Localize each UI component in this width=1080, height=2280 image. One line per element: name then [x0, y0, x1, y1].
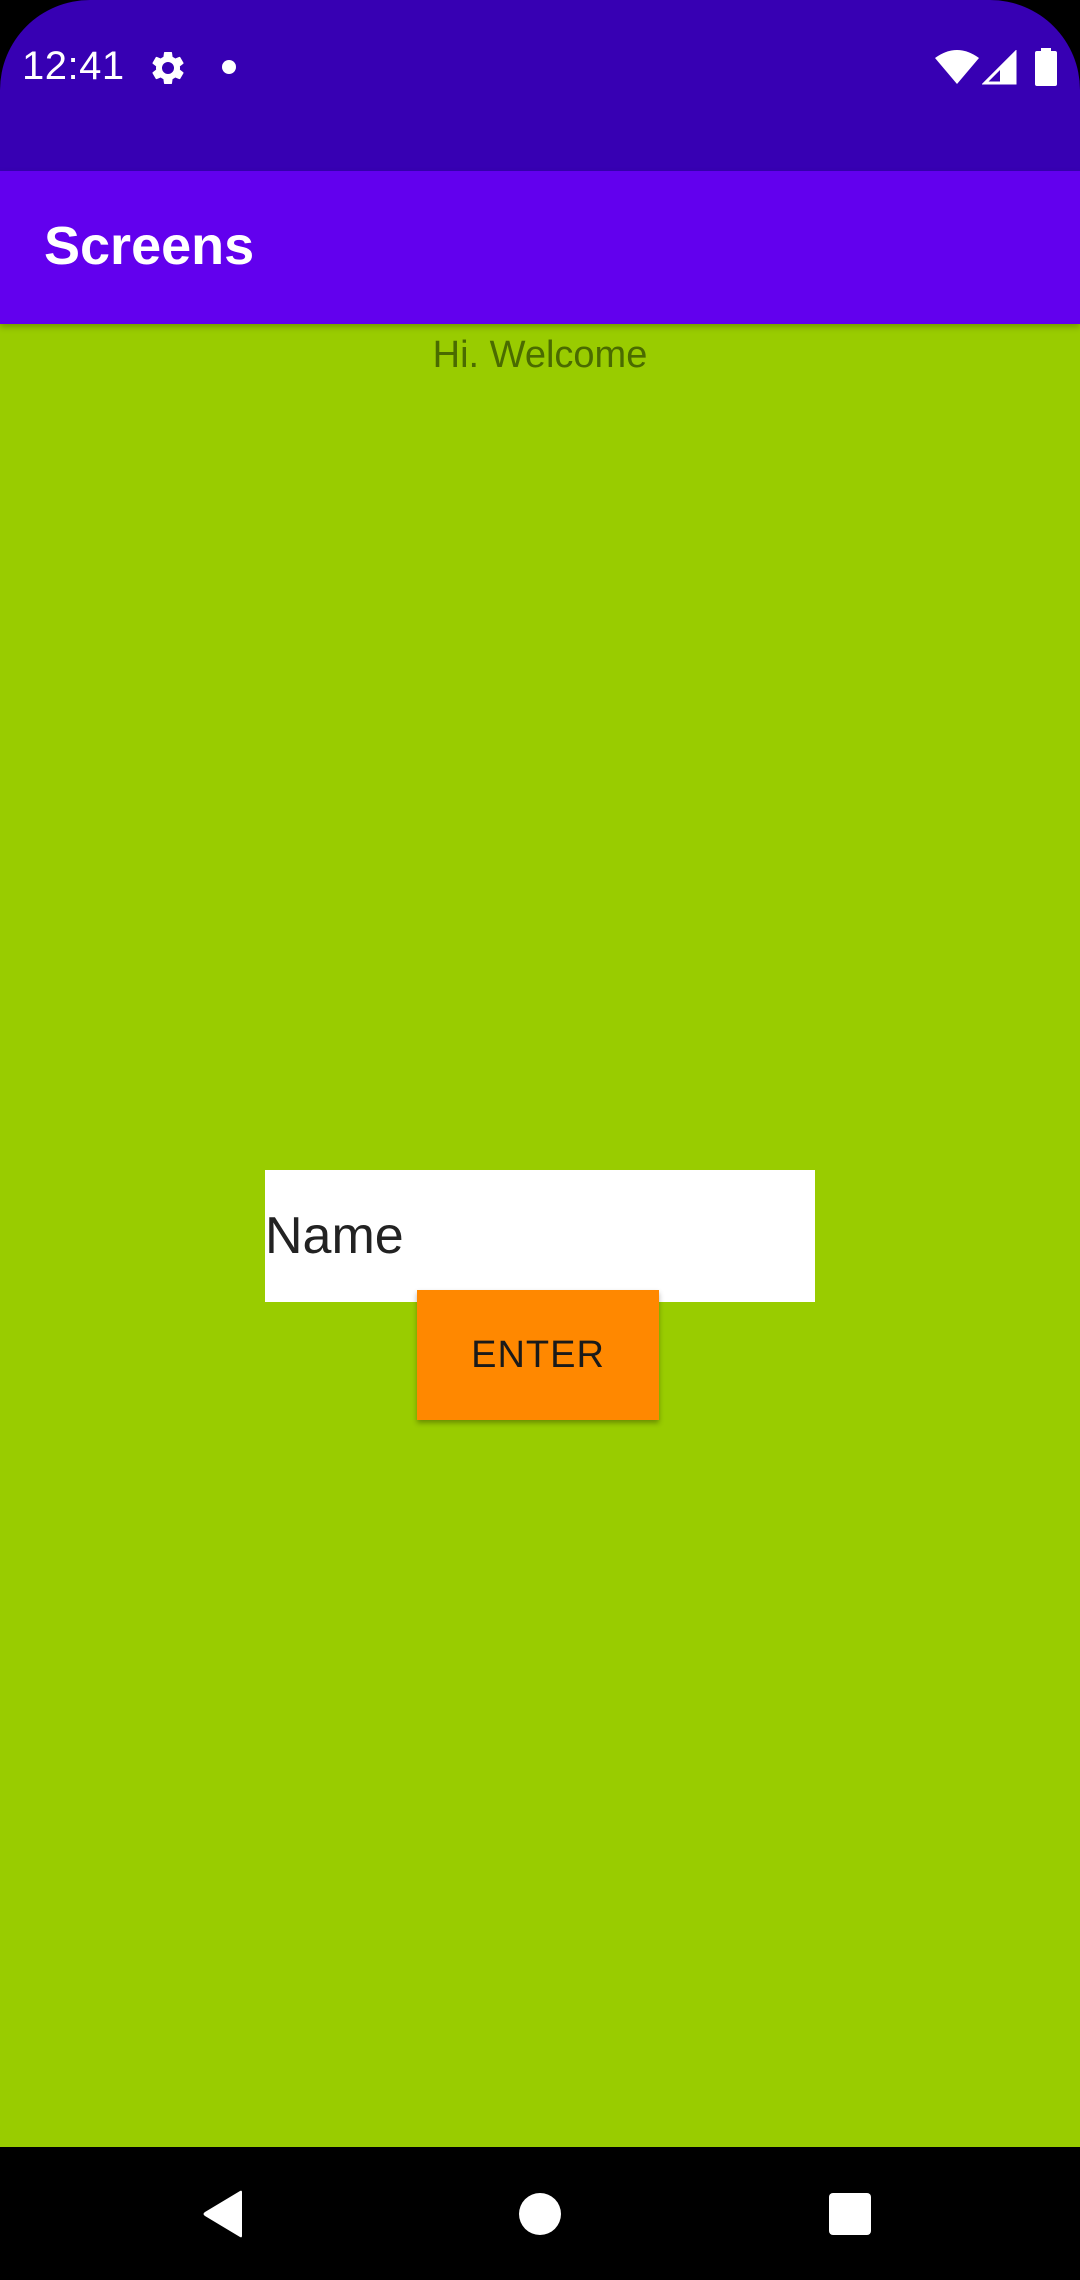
phone-screen: 12:41 Screens Hi. Welcome ENTER: [0, 0, 1080, 2280]
navigation-bar: [0, 2147, 1080, 2280]
home-icon[interactable]: [519, 2193, 561, 2235]
wifi-icon: [935, 50, 979, 84]
welcome-text: Hi. Welcome: [432, 334, 648, 376]
app-title: Screens: [44, 216, 255, 276]
status-time: 12:41: [22, 44, 125, 88]
signal-icon: [982, 50, 1017, 85]
app-bar: Screens: [0, 171, 1080, 324]
battery-icon: [1035, 48, 1057, 86]
recents-icon[interactable]: [829, 2193, 871, 2235]
status-bar: 12:41: [0, 0, 1080, 171]
enter-button[interactable]: ENTER: [417, 1290, 659, 1420]
back-icon[interactable]: [202, 2190, 246, 2238]
name-input[interactable]: [265, 1170, 815, 1302]
main-content: Hi. Welcome ENTER: [0, 324, 1080, 2147]
gear-icon: [152, 51, 184, 84]
notification-dot-icon: [222, 60, 236, 74]
